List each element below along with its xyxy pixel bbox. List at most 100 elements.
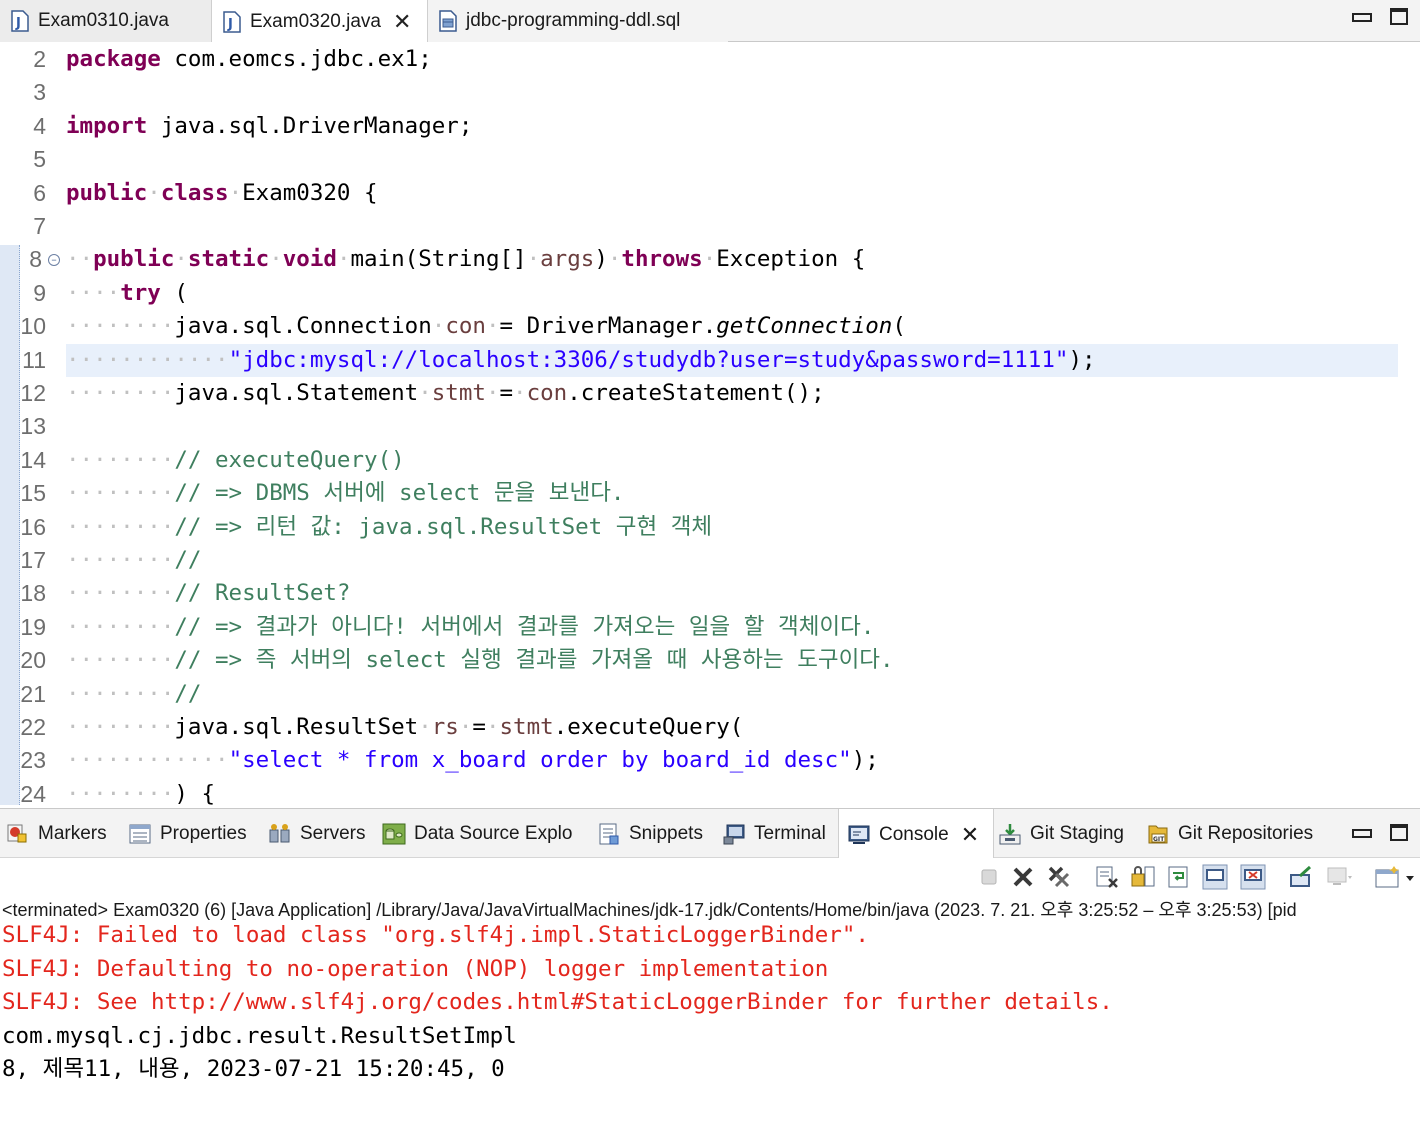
- code-line: 20 ········// => 즉 서버의 select 실행 결과를 가져올…: [0, 644, 1420, 677]
- minimize-icon[interactable]: [1352, 8, 1372, 24]
- code-line: 7: [0, 210, 1420, 243]
- code-line: 5: [0, 143, 1420, 176]
- line-number: 20: [20, 647, 46, 674]
- maximize-icon[interactable]: [1390, 8, 1408, 25]
- clear-console-icon[interactable]: [1094, 864, 1120, 890]
- properties-icon: [129, 824, 151, 844]
- tab-git-staging[interactable]: Git Staging: [998, 809, 1124, 859]
- line-number: 21: [20, 680, 46, 707]
- line-number: 23: [20, 747, 46, 774]
- code-line: 23 ············"select * from x_board or…: [0, 744, 1420, 777]
- maximize-icon[interactable]: [1390, 824, 1408, 841]
- display-selected-console-icon[interactable]: [1326, 864, 1352, 890]
- code-line: 18 ········// ResultSet?: [0, 577, 1420, 610]
- console-line-stdout: com.mysql.cj.jdbc.result.ResultSetImpl: [2, 1022, 517, 1049]
- close-icon[interactable]: ✕: [961, 823, 979, 846]
- code-line: 4 import java.sql.DriverManager;: [0, 110, 1420, 143]
- code-line: 19 ········// => 결과가 아니다! 서버에서 결과를 가져오는 …: [0, 611, 1420, 644]
- tab-console[interactable]: Console ✕: [838, 809, 994, 860]
- word-wrap-icon[interactable]: [1166, 864, 1192, 890]
- close-icon[interactable]: ✕: [393, 10, 411, 33]
- tab-snippets[interactable]: Snippets: [597, 809, 703, 859]
- code-line: 22 ········java.sql.ResultSet·rs·=·stmt.…: [0, 711, 1420, 744]
- console-line-stderr: SLF4J: Failed to load class "org.slf4j.i…: [2, 922, 869, 948]
- code-line: 15 ········// => DBMS 서버에 select 문을 보낸다.: [0, 477, 1420, 510]
- line-number: 24: [20, 780, 46, 807]
- tab-terminal[interactable]: Terminal: [722, 809, 826, 859]
- line-number: 2: [33, 46, 46, 72]
- code-line: 12 ········java.sql.Statement·stmt·=·con…: [0, 377, 1420, 410]
- show-console-stdout-icon[interactable]: [1202, 864, 1228, 890]
- snippets-icon: [599, 823, 619, 845]
- line-number: 19: [20, 613, 46, 640]
- code-line: 3: [0, 76, 1420, 109]
- line-number: 16: [20, 513, 46, 540]
- line-number: 7: [33, 213, 46, 239]
- line-number: 9: [33, 279, 46, 306]
- editor-tab-bar: J Exam0310.java J Exam0320.java ✕ jdbc-p…: [0, 0, 1420, 43]
- line-number: 13: [20, 413, 46, 440]
- tab-exam0310[interactable]: J Exam0310.java: [0, 0, 212, 42]
- tab-properties[interactable]: Properties: [128, 809, 247, 859]
- tab-label: Servers: [300, 823, 366, 844]
- editor-window-controls: [1352, 8, 1408, 25]
- code-line: 16 ········// => 리턴 값: java.sql.ResultSe…: [0, 511, 1420, 544]
- servers-icon: [269, 824, 290, 843]
- console-icon: [848, 825, 870, 844]
- console-line-stdout: 8, 제목11, 내용, 2023-07-21 15:20:45, 0: [2, 1056, 505, 1082]
- code-editor[interactable]: 2 package com.eomcs.jdbc.ex1; 3 4 import…: [0, 42, 1420, 807]
- tab-jdbc-ddl-sql[interactable]: jdbc-programming-ddl.sql: [428, 0, 728, 42]
- line-number: 10: [20, 313, 46, 340]
- tab-label: Markers: [38, 823, 107, 844]
- line-number: 6: [33, 179, 46, 206]
- line-number: 22: [20, 714, 46, 740]
- code-line: 17 ········//: [0, 544, 1420, 577]
- tab-servers[interactable]: Servers: [268, 809, 365, 859]
- open-console-icon[interactable]: [1374, 864, 1416, 890]
- markers-icon: [7, 824, 27, 843]
- remove-all-terminated-icon[interactable]: [1046, 864, 1072, 890]
- tab-data-source-explorer[interactable]: Data Source Explo: [382, 809, 572, 859]
- line-number: 3: [33, 79, 46, 106]
- tab-exam0320[interactable]: J Exam0320.java ✕: [212, 0, 428, 43]
- java-file-icon: J: [11, 10, 29, 32]
- code-line: 9 ····try (: [0, 277, 1420, 310]
- code-line: 6 public·class·Exam0320 {: [0, 177, 1420, 210]
- console-status-line: <terminated> Exam0320 (6) [Java Applicat…: [2, 900, 1297, 920]
- tab-label: Data Source Explo: [414, 823, 573, 844]
- line-number: 17: [20, 547, 46, 573]
- console-line-stderr: SLF4J: See http://www.slf4j.org/codes.ht…: [2, 989, 1113, 1015]
- tab-markers[interactable]: Markers: [6, 809, 107, 859]
- code-line: 21 ········//: [0, 678, 1420, 711]
- tab-label: Exam0320.java: [250, 10, 381, 32]
- bottom-view-tab-bar: Markers Properties Servers Data Source E…: [0, 808, 1420, 860]
- terminal-icon: [723, 824, 745, 845]
- code-line: 8 − ··public·static·void·main(String[]·a…: [0, 243, 1420, 276]
- code-line: 14 ········// executeQuery(): [0, 444, 1420, 477]
- console-output[interactable]: <terminated> Exam0320 (6) [Java Applicat…: [0, 893, 1420, 1134]
- tab-label: Exam0310.java: [38, 10, 169, 31]
- line-number: 14: [20, 446, 46, 473]
- tab-label: Properties: [160, 823, 247, 844]
- tab-label: Git Staging: [1030, 823, 1124, 844]
- terminate-icon[interactable]: [976, 864, 1002, 890]
- code-line: 10 ········java.sql.Connection·con·= Dri…: [0, 310, 1420, 343]
- svg-text:GIT: GIT: [1153, 836, 1165, 843]
- tab-label: jdbc-programming-ddl.sql: [466, 10, 681, 31]
- scroll-lock-icon[interactable]: [1130, 864, 1156, 890]
- line-number: 18: [20, 580, 46, 607]
- tab-label: Git Repositories: [1178, 823, 1314, 844]
- pin-console-icon[interactable]: [1288, 864, 1314, 890]
- code-line: 13: [0, 410, 1420, 443]
- remove-launch-icon[interactable]: [1010, 864, 1036, 890]
- line-number: 5: [33, 146, 46, 173]
- code-line: 24 ········) {: [0, 778, 1420, 807]
- show-console-stderr-icon[interactable]: [1240, 864, 1266, 890]
- tab-git-repositories[interactable]: GIT Git Repositories: [1146, 809, 1313, 859]
- view-window-controls: [1352, 824, 1408, 841]
- line-number: 11: [22, 346, 46, 373]
- minimize-icon[interactable]: [1352, 824, 1372, 840]
- fold-collapse-icon[interactable]: −: [48, 254, 60, 267]
- java-file-icon: J: [223, 10, 241, 33]
- line-number: 12: [20, 380, 46, 406]
